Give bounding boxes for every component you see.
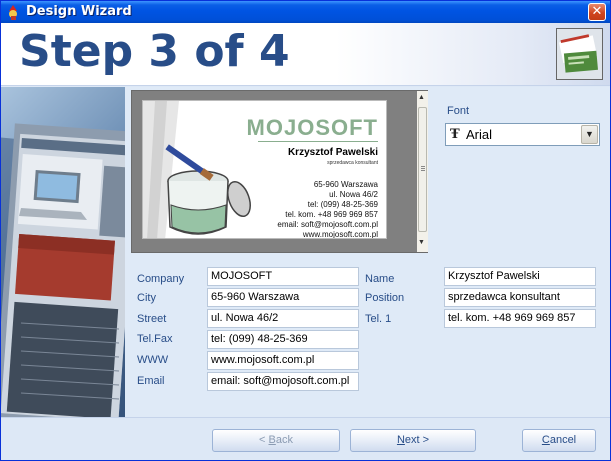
position-field[interactable]: sprzedawca konsultant [444,288,596,307]
city-label: City [137,292,156,304]
wizard-header: Step 3 of 4 [1,23,610,86]
preview-scrollbar[interactable]: ▲ ▼ [417,91,428,252]
title-bar[interactable]: Design Wizard ✕ [1,1,610,23]
cancel-button-rest: ancel [549,434,577,446]
name-field[interactable]: Krzysztof Pawelski [444,267,596,286]
business-card-thumbnail [556,28,603,80]
email-label: Email [137,375,165,387]
next-button[interactable]: Next > [350,429,476,452]
wizard-content: MOJOSOFT Krzysztof Pawelski sprzedawca k… [125,87,610,417]
city-field[interactable]: 65-960 Warszawa [207,288,359,307]
software-box-illustration [1,123,125,417]
cancel-button-key: C [541,434,550,446]
name-label: Name [365,273,395,285]
card-detail-line: tel. kom. +48 969 969 857 [285,210,378,219]
wizard-footer: < Back Next > Cancel [1,417,610,460]
back-button-key: B [268,434,276,446]
scroll-up-arrow-icon[interactable]: ▲ [418,94,425,101]
tel-1-field[interactable]: tel. kom. +48 969 969 857 [444,309,596,328]
close-button[interactable]: ✕ [588,3,606,21]
card-detail-line: tel: (099) 48-25-369 [307,200,378,209]
card-person-name: Krzysztof Pawelski [287,147,378,158]
www-field[interactable]: www.mojosoft.com.pl [207,351,359,370]
chevron-down-icon[interactable]: ▼ [581,125,598,144]
card-company-name: MOJOSOFT [246,115,378,140]
cancel-button[interactable]: Cancel [522,429,596,452]
www-label: WWW [137,354,169,366]
scroll-down-arrow-icon[interactable]: ▼ [418,239,425,246]
card-divider [258,141,378,142]
font-dropdown-value: Arial [466,127,493,142]
card-detail-line: 65-960 Warszawa [313,180,378,189]
back-button-rest: ack [275,434,293,446]
street-label: Street [137,313,167,325]
next-button-rest: ext > [404,434,430,446]
window-title: Design Wizard [26,4,132,19]
tel-fax-label: Tel.Fax [137,333,173,345]
card-detail-line: email: soft@mojosoft.com.pl [277,220,378,229]
truetype-font-icon: Ŧ [450,127,460,142]
business-card-preview: MOJOSOFT Krzysztof Pawelski sprzedawca k… [142,100,387,239]
card-position: sprzedawca konsultant [327,160,378,166]
position-label: Position [365,292,405,304]
tel-1-label: Tel. 1 [365,313,392,325]
scroll-thumb[interactable] [418,107,427,232]
card-detail-line: www.mojosoft.com.pl [302,230,378,239]
card-preview-frame: MOJOSOFT Krzysztof Pawelski sprzedawca k… [131,90,428,253]
email-field[interactable]: email: soft@mojosoft.com.pl [207,372,359,391]
tel-fax-field[interactable]: tel: (099) 48-25-369 [207,330,359,349]
next-button-key: N [396,434,405,446]
wizard-app-icon [9,5,17,20]
back-button-prefix: < [259,434,269,446]
paint-bucket-icon [143,101,251,238]
font-label: Font [447,105,470,117]
font-dropdown[interactable]: Ŧ Arial ▼ [445,123,600,146]
design-wizard-window: Design Wizard ✕ Step 3 of 4 MOJOSOFT Krz… [0,0,611,461]
card-detail-line: ul. Nowa 46/2 [329,190,378,199]
company-field[interactable]: MOJOSOFT [207,267,359,286]
step-title: Step 3 of 4 [19,26,290,77]
company-label: Company [137,273,185,285]
wizard-side-image [1,87,125,417]
street-field[interactable]: ul. Nowa 46/2 [207,309,359,328]
back-button[interactable]: < Back [212,429,340,452]
